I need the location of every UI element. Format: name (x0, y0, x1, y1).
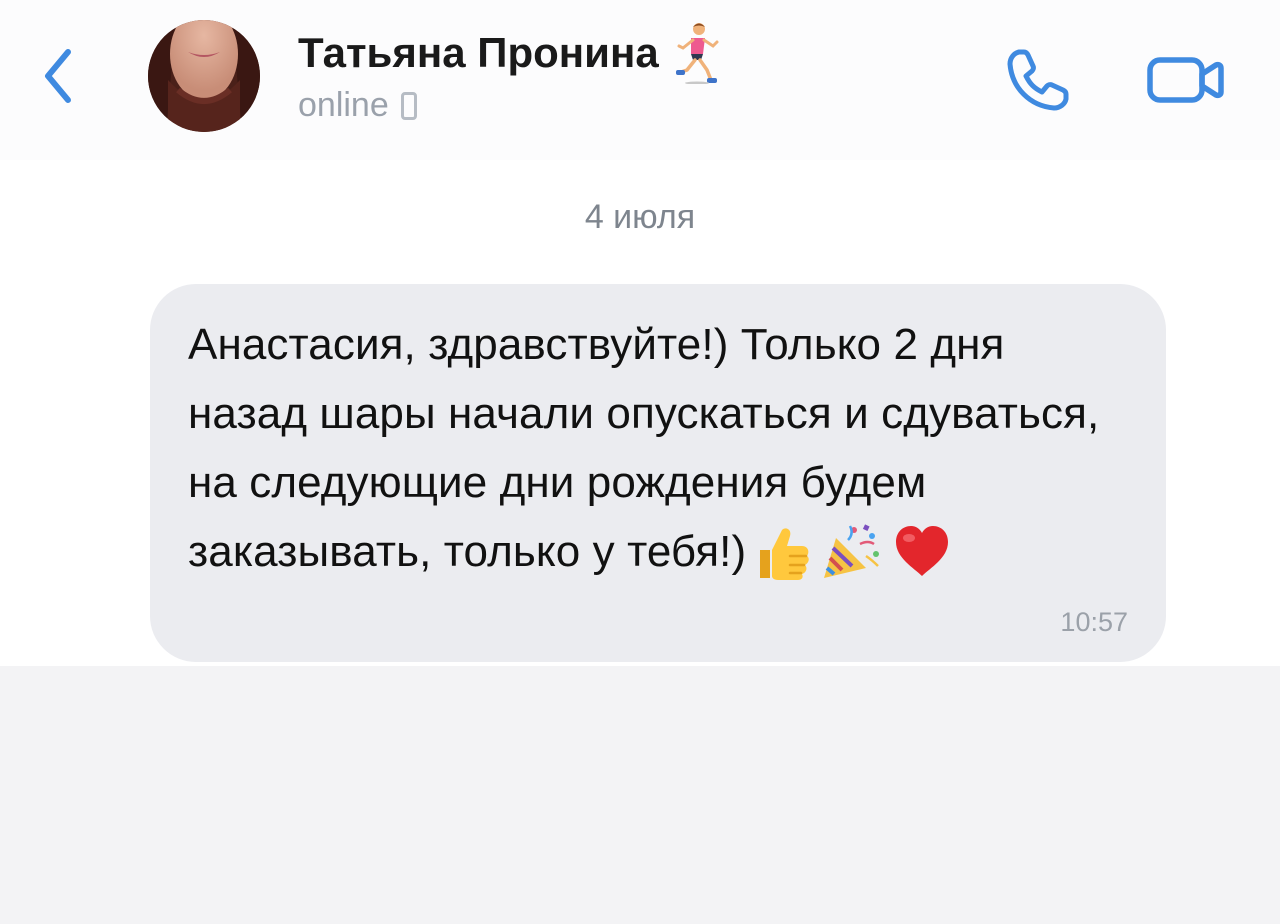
mobile-device-icon (400, 91, 417, 120)
online-status: online (298, 86, 389, 124)
message-text: Анастасия, здравствуйте!) Только 2 дня н… (188, 320, 1100, 576)
red-heart-icon (896, 526, 949, 576)
status-row: online (298, 86, 417, 125)
message-text-block: Анастасия, здравствуйте!) Только 2 дня н… (188, 310, 1126, 586)
voice-call-button[interactable] (996, 38, 1080, 122)
phone-icon (1007, 49, 1069, 111)
video-call-button[interactable] (1140, 42, 1232, 118)
avatar[interactable] (148, 20, 260, 132)
incoming-message-bubble[interactable]: Анастасия, здравствуйте!) Только 2 дня н… (150, 284, 1166, 662)
runner-woman-icon (675, 23, 719, 84)
avatar-photo (148, 20, 260, 132)
chat-empty-area (0, 666, 1280, 924)
message-time: 10:57 (1060, 607, 1128, 637)
message-emojis (752, 522, 952, 582)
party-popper-icon (824, 524, 880, 578)
date-separator: 4 июля (584, 198, 696, 236)
chevron-left-icon (45, 49, 71, 103)
thumbs-up-icon (760, 528, 809, 580)
back-button[interactable] (30, 40, 86, 112)
video-camera-icon (1147, 57, 1224, 103)
contact-name-text: Татьяна Пронина (298, 29, 659, 76)
chat-header: Татьяна Пронина online (0, 0, 1280, 160)
contact-name[interactable]: Татьяна Пронина (298, 22, 721, 84)
